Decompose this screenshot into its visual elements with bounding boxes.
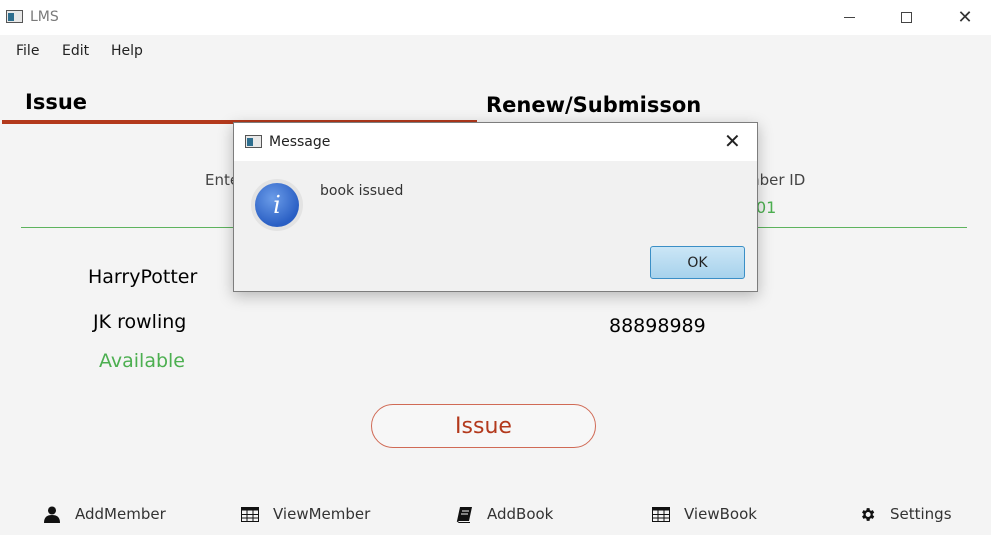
book-status: Available [99, 350, 186, 372]
dialog-title: Message [269, 134, 331, 150]
information-icon: i [251, 179, 303, 231]
dialog-close-button[interactable]: ✕ [724, 129, 741, 153]
book-name: HarryPotter [88, 266, 198, 288]
nav-view-book-label: ViewBook [684, 505, 757, 523]
close-icon: ✕ [957, 7, 973, 28]
ok-button[interactable]: OK [650, 246, 745, 279]
tab-issue[interactable]: Issue [25, 90, 87, 114]
member-id-input[interactable]: 01 [756, 198, 776, 217]
menu-edit[interactable]: Edit [62, 43, 89, 59]
information-icon-glyph: i [255, 183, 299, 227]
book-icon [455, 505, 473, 523]
nav-view-book[interactable]: ViewBook [652, 500, 757, 528]
nav-add-member[interactable]: AddMember [43, 500, 166, 528]
book-author: JK rowling [93, 311, 187, 333]
maximize-button[interactable] [883, 0, 929, 35]
menu-help[interactable]: Help [111, 43, 143, 59]
minimize-icon [843, 17, 855, 18]
maximize-icon [900, 12, 912, 23]
tab-renew-submission[interactable]: Renew/Submisson [486, 93, 701, 117]
gear-icon [858, 505, 876, 523]
nav-add-member-label: AddMember [75, 505, 166, 523]
window-close-button[interactable]: ✕ [942, 0, 988, 35]
dialog-title-bar: Message ✕ [234, 123, 757, 161]
app-icon [6, 10, 23, 23]
member-mobile: 88898989 [609, 315, 706, 337]
window-title: LMS [30, 9, 59, 25]
table-icon [241, 505, 259, 523]
menu-bar: File Edit Help [0, 35, 991, 67]
window-title-bar: LMS ✕ [0, 0, 991, 35]
dialog-app-icon [245, 135, 262, 148]
message-dialog: Message ✕ i book issued OK [233, 122, 758, 292]
menu-file[interactable]: File [16, 43, 39, 59]
table-icon [652, 505, 670, 523]
nav-add-book-label: AddBook [487, 505, 554, 523]
minimize-button[interactable] [826, 0, 872, 35]
nav-add-book[interactable]: AddBook [455, 500, 553, 528]
nav-settings[interactable]: Settings [858, 500, 952, 528]
nav-view-member[interactable]: ViewMember [241, 500, 370, 528]
issue-button[interactable]: Issue [371, 404, 596, 448]
user-icon [43, 505, 61, 523]
nav-view-member-label: ViewMember [273, 505, 371, 523]
dialog-message: book issued [320, 183, 404, 199]
nav-settings-label: Settings [890, 505, 952, 523]
